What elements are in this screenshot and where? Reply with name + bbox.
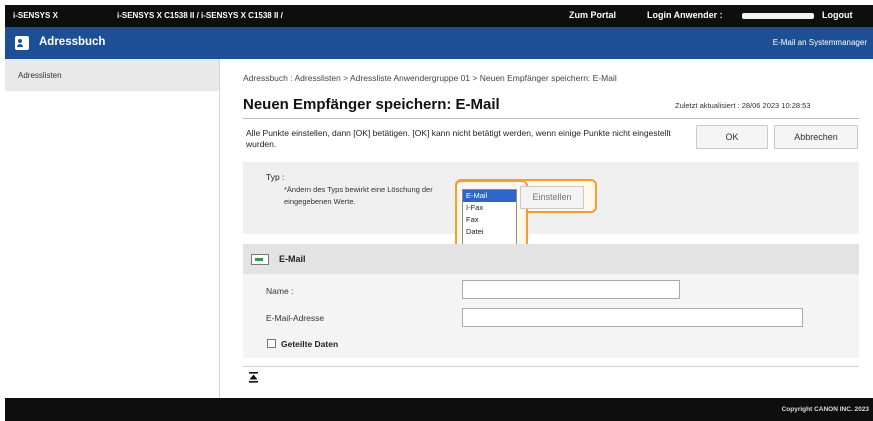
device-host: i-SENSYS X <box>13 11 58 20</box>
copyright: Copyright CANON INC. 2023 <box>781 406 869 413</box>
title-divider <box>243 118 859 119</box>
type-option-fax[interactable]: Fax <box>463 214 516 226</box>
top-bar: i-SENSYS X i-SENSYS X C1538 II / i-SENSY… <box>5 5 873 27</box>
page-title: Neuen Empfänger speichern: E-Mail <box>243 96 500 113</box>
email-section-title: E-Mail <box>279 254 306 264</box>
set-type-button[interactable]: Einstellen <box>520 186 584 209</box>
back-to-top-icon[interactable] <box>249 372 258 383</box>
portal-link[interactable]: Zum Portal <box>569 10 616 20</box>
bottom-divider <box>243 366 859 367</box>
type-option-file[interactable]: Datei <box>463 226 516 238</box>
address-book-icon <box>15 36 29 50</box>
breadcrumb: Adressbuch : Adresslisten > Adressliste … <box>243 73 617 83</box>
type-option-email[interactable]: E-Mail <box>463 190 516 202</box>
email-section-header <box>243 244 859 274</box>
type-option-ifax[interactable]: I-Fax <box>463 202 516 214</box>
logout-link[interactable]: Logout <box>822 10 853 20</box>
type-label: Typ : <box>266 172 285 182</box>
cancel-button[interactable]: Abbrechen <box>774 125 858 149</box>
name-input[interactable] <box>462 280 680 299</box>
login-user-label: Login Anwender : <box>647 10 723 20</box>
app-header: Adressbuch E-Mail an Systemmanager <box>5 27 873 59</box>
device-path: i-SENSYS X C1538 II / i-SENSYS X C1538 I… <box>117 11 283 20</box>
last-updated: Zuletzt aktualisiert : 28/06 2023 10:28:… <box>675 101 811 110</box>
name-label: Name : <box>266 286 294 296</box>
type-change-note: *Ändern des Typs bewirkt eine Löschung d… <box>284 185 433 206</box>
email-icon <box>251 254 269 265</box>
sidebar: Adresslisten <box>5 59 220 398</box>
email-address-input[interactable] <box>462 308 803 327</box>
shared-data-label: Geteilte Daten <box>281 339 339 349</box>
email-address-label: E-Mail-Adresse <box>266 313 325 323</box>
type-select-list[interactable]: E-Mail I-Fax Fax Datei <box>462 189 517 250</box>
shared-data-checkbox[interactable] <box>267 339 276 348</box>
email-system-manager-link[interactable]: E-Mail an Systemmanager <box>773 38 867 47</box>
footer: Copyright CANON INC. 2023 <box>5 398 873 421</box>
app-title: Adressbuch <box>39 36 106 48</box>
sidebar-item-adresslisten[interactable]: Adresslisten <box>5 59 219 91</box>
instructions-text: Alle Punkte einstellen, dann [OK] betäti… <box>246 128 671 149</box>
ok-button[interactable]: OK <box>696 125 768 149</box>
login-user-name <box>742 13 814 19</box>
